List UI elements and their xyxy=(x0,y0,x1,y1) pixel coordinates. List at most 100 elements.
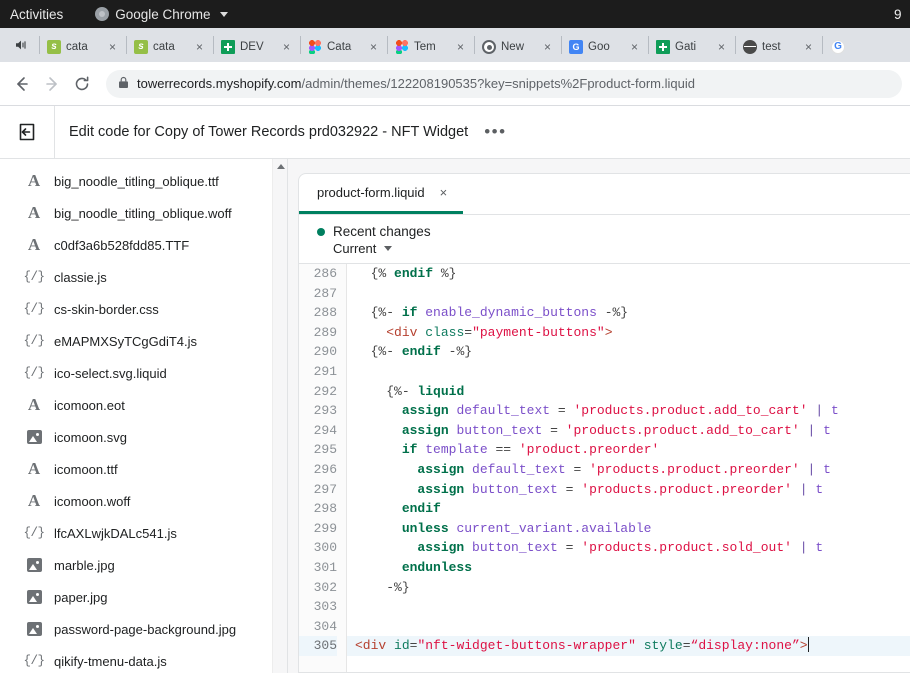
browser-tab[interactable]: Goo × xyxy=(563,32,647,62)
file-list-item[interactable]: Ac0df3a6b528fdd85.TTF xyxy=(0,229,287,261)
address-bar[interactable]: towerrecords.myshopify.com/admin/themes/… xyxy=(106,70,902,98)
code-editor-pane: product-form.liquid × Recent changes Cur… xyxy=(288,159,910,673)
code-token xyxy=(800,423,808,438)
code-token: 'products.product.add_to_cart' xyxy=(573,403,807,418)
file-list-item[interactable]: {/}ico-select.svg.liquid xyxy=(0,357,287,389)
file-list-item[interactable]: Aicomoon.eot xyxy=(0,389,287,421)
file-list-item[interactable]: marble.jpg xyxy=(0,549,287,581)
active-app-menu[interactable]: Google Chrome xyxy=(95,7,227,22)
sidebar-scrollbar[interactable] xyxy=(272,159,287,673)
code-token: assign xyxy=(402,403,449,418)
active-app-label: Google Chrome xyxy=(115,7,210,22)
code-token xyxy=(464,482,472,497)
browser-tab[interactable]: Tem × xyxy=(389,32,473,62)
code-token xyxy=(355,540,417,555)
browser-tab[interactable]: Gati × xyxy=(650,32,734,62)
tab-divider xyxy=(735,36,736,54)
code-line[interactable]: <div id="nft-widget-buttons-wrapper" sty… xyxy=(347,636,910,656)
back-button[interactable] xyxy=(8,70,36,98)
tab-divider xyxy=(300,36,301,54)
code-line[interactable]: -%} xyxy=(355,578,910,598)
code-token xyxy=(815,423,823,438)
line-number: 301 xyxy=(299,558,337,578)
activities-button[interactable]: Activities xyxy=(0,7,75,22)
file-list-item[interactable]: {/}lfcAXLwjkDALc541.js xyxy=(0,517,287,549)
code-line[interactable]: assign button_text = 'products.product.s… xyxy=(355,538,910,558)
reload-button[interactable] xyxy=(68,70,96,98)
exit-arrow-icon[interactable] xyxy=(0,106,55,159)
code-line[interactable]: {%- liquid xyxy=(355,382,910,402)
scroll-up-arrow-icon[interactable] xyxy=(273,159,287,173)
code-token xyxy=(355,305,371,320)
tab-close-icon[interactable]: × xyxy=(541,41,554,54)
code-token: = xyxy=(683,638,691,653)
code-token: t xyxy=(815,540,823,555)
code-line[interactable]: {%- if enable_dynamic_buttons -%} xyxy=(355,303,910,323)
code-line[interactable]: assign default_text = 'products.product.… xyxy=(355,460,910,480)
speaker-icon[interactable] xyxy=(4,28,38,62)
code-token: | xyxy=(800,540,808,555)
tab-product-form-liquid[interactable]: product-form.liquid × xyxy=(299,174,463,214)
code-token xyxy=(792,482,800,497)
file-list-item[interactable]: Abig_noodle_titling_oblique.woff xyxy=(0,197,287,229)
file-list-item[interactable]: {/}classie.js xyxy=(0,261,287,293)
code-line[interactable]: unless current_variant.available xyxy=(355,519,910,539)
code-line[interactable] xyxy=(355,597,910,617)
file-list-item[interactable]: password-page-background.jpg xyxy=(0,613,287,645)
code-line[interactable]: if template == 'product.preorder' xyxy=(355,440,910,460)
code-line[interactable] xyxy=(355,284,910,304)
code-line[interactable] xyxy=(355,617,910,637)
code-line[interactable]: <div class="payment-buttons"> xyxy=(355,323,910,343)
line-number: 293 xyxy=(299,401,337,421)
file-list-item[interactable]: Aicomoon.woff xyxy=(0,485,287,517)
code-token: -%} xyxy=(441,344,472,359)
browser-tab[interactable]: New × xyxy=(476,32,560,62)
code-area[interactable]: 2862872882892902912922932942952962972982… xyxy=(299,264,910,672)
code-line[interactable]: assign button_text = 'products.product.p… xyxy=(355,480,910,500)
tab-close-icon[interactable]: × xyxy=(628,41,641,54)
code-line[interactable]: assign button_text = 'products.product.a… xyxy=(355,421,910,441)
code-line[interactable]: assign default_text = 'products.product.… xyxy=(355,401,910,421)
tab-close-icon[interactable]: × xyxy=(715,41,728,54)
tab-title: test xyxy=(762,41,797,53)
file-list-item[interactable]: {/}eMAPMXSyTCgGdiT4.js xyxy=(0,325,287,357)
code-line[interactable]: endif xyxy=(355,499,910,519)
file-list-item[interactable]: paper.jpg xyxy=(0,581,287,613)
file-list-item[interactable]: Aicomoon.ttf xyxy=(0,453,287,485)
file-list-item[interactable]: Abig_noodle_titling_oblique.ttf xyxy=(0,165,287,197)
code-line[interactable]: endunless xyxy=(355,558,910,578)
version-selector[interactable]: Current xyxy=(333,241,910,256)
tab-close-icon[interactable]: × xyxy=(454,41,467,54)
tab-close-icon[interactable]: × xyxy=(193,41,206,54)
browser-tab[interactable]: cata × xyxy=(128,32,212,62)
file-name: icomoon.ttf xyxy=(54,462,118,477)
code-content[interactable]: {% endif %} {%- if enable_dynamic_button… xyxy=(347,264,910,672)
forward-button[interactable] xyxy=(38,70,66,98)
browser-tab[interactable]: Cata × xyxy=(302,32,386,62)
code-line[interactable] xyxy=(355,362,910,382)
code-token: enable_dynamic_buttons xyxy=(425,305,597,320)
file-list-item[interactable]: icomoon.svg xyxy=(0,421,287,453)
code-token: > xyxy=(800,638,808,653)
system-clock[interactable]: 9 xyxy=(894,0,908,28)
text-cursor xyxy=(808,637,809,652)
more-actions-button[interactable]: ••• xyxy=(484,127,506,137)
code-line[interactable]: {% endif %} xyxy=(355,264,910,284)
google-icon xyxy=(831,40,845,54)
tab-close-icon[interactable]: × xyxy=(802,41,815,54)
code-token: t xyxy=(823,462,831,477)
file-name: icomoon.svg xyxy=(54,430,127,445)
code-token: t xyxy=(831,403,839,418)
browser-tab[interactable]: test × xyxy=(737,32,821,62)
google-translate-icon xyxy=(569,40,583,54)
code-line[interactable]: {%- endif -%} xyxy=(355,342,910,362)
file-list-item[interactable]: {/}cs-skin-border.css xyxy=(0,293,287,325)
tab-close-icon[interactable]: × xyxy=(367,41,380,54)
file-list-item[interactable]: {/}qikify-tmenu-data.js xyxy=(0,645,287,673)
browser-tab[interactable]: cata × xyxy=(41,32,125,62)
tab-close-icon[interactable]: × xyxy=(280,41,293,54)
close-icon[interactable]: × xyxy=(440,185,448,200)
tab-close-icon[interactable]: × xyxy=(106,41,119,54)
browser-tab[interactable]: DEV × xyxy=(215,32,299,62)
browser-tab[interactable] xyxy=(824,32,852,62)
